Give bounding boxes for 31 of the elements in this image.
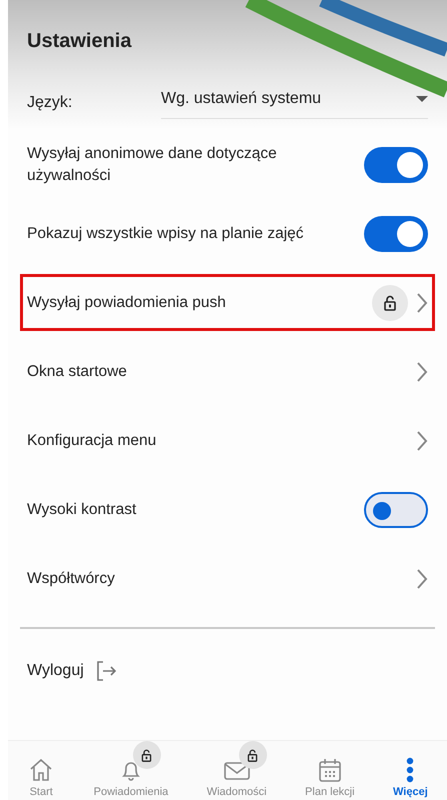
setting-row[interactable]: Wysoki kontrast	[20, 475, 435, 544]
toggle-switch[interactable]	[364, 492, 428, 528]
setting-row[interactable]: Współtwórcy	[20, 544, 435, 613]
language-dropdown[interactable]: Wg. ustawień systemu	[161, 86, 428, 119]
dropdown-arrow-icon	[416, 96, 428, 102]
setting-label: Wysyłaj anonimowe dane dotyczące używalności	[27, 144, 278, 186]
setting-label: Wysyłaj powiadomienia push	[27, 292, 226, 312]
toggle-switch[interactable]	[364, 146, 428, 182]
nav-tab[interactable]: Więcej	[391, 741, 430, 798]
padlock-icon	[382, 294, 398, 310]
chevron-right-icon	[416, 430, 428, 452]
setting-label: Konfiguracja menu	[27, 430, 156, 450]
padlock-icon	[140, 748, 154, 762]
setting-label: Współtwórcy	[27, 568, 115, 588]
chevron-right-icon	[416, 292, 428, 314]
setting-row[interactable]: Okna startowe	[20, 337, 435, 406]
setting-label: Wysoki kontrast	[27, 500, 136, 520]
padlock-icon	[246, 748, 260, 762]
setting-label: Okna startowe	[27, 362, 127, 382]
toggle-switch[interactable]	[364, 216, 428, 252]
page-title: Ustawienia	[27, 29, 133, 48]
chevron-right-icon	[416, 568, 428, 590]
chevron-right-icon	[416, 360, 428, 382]
setting-row[interactable]: Wysyłaj powiadomienia push	[20, 274, 435, 331]
setting-label: Pokazuj wszystkie wpisy na planie zajęć	[27, 224, 304, 244]
setting-row[interactable]: Konfiguracja menu	[20, 406, 435, 475]
setting-row[interactable]: Pokazuj wszystkie wpisy na planie zajęć	[20, 199, 435, 268]
more-icon	[405, 756, 416, 784]
logout-button[interactable]: Wyloguj	[8, 629, 447, 713]
setting-row[interactable]: Wysyłaj anonimowe dane dotyczące używalności	[20, 130, 435, 199]
language-label: Język:	[27, 94, 74, 112]
